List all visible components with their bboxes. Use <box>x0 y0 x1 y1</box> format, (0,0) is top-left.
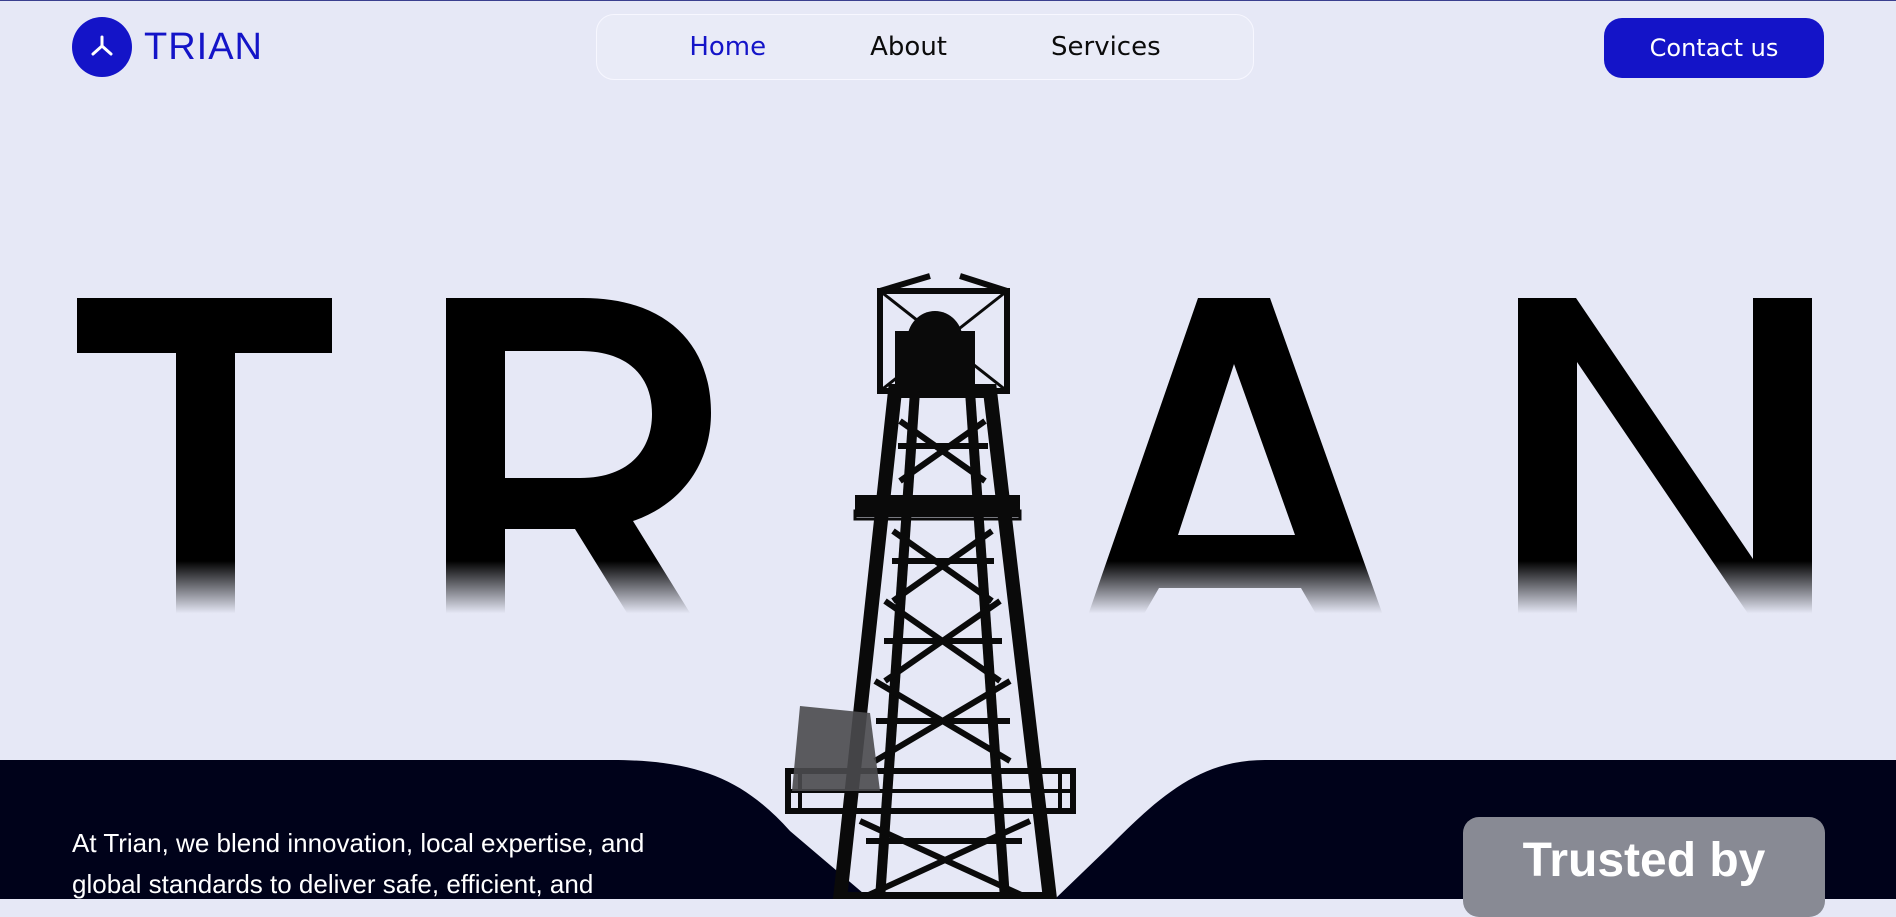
brand-name: TRIAN <box>144 25 263 68</box>
main-nav: Home About Services <box>596 14 1254 80</box>
nav-about[interactable]: About <box>818 32 999 62</box>
intro-text: At Trian, we blend innovation, local exp… <box>72 823 752 905</box>
intro-line: At Trian, we blend innovation, local exp… <box>72 828 645 858</box>
site-header: TRIAN Home About Services Contact us <box>0 1 1896 101</box>
intro-line: global standards to deliver safe, effici… <box>72 869 594 899</box>
contact-us-button[interactable]: Contact us <box>1604 18 1824 78</box>
trusted-by-card: Trusted by <box>1463 817 1825 917</box>
brand-logo[interactable]: TRIAN <box>72 17 263 77</box>
nav-home[interactable]: Home <box>637 32 818 62</box>
trusted-by-title: Trusted by <box>1522 834 1766 887</box>
nav-services[interactable]: Services <box>999 32 1213 62</box>
tripod-icon <box>72 17 132 77</box>
hero-artwork <box>0 273 1896 899</box>
